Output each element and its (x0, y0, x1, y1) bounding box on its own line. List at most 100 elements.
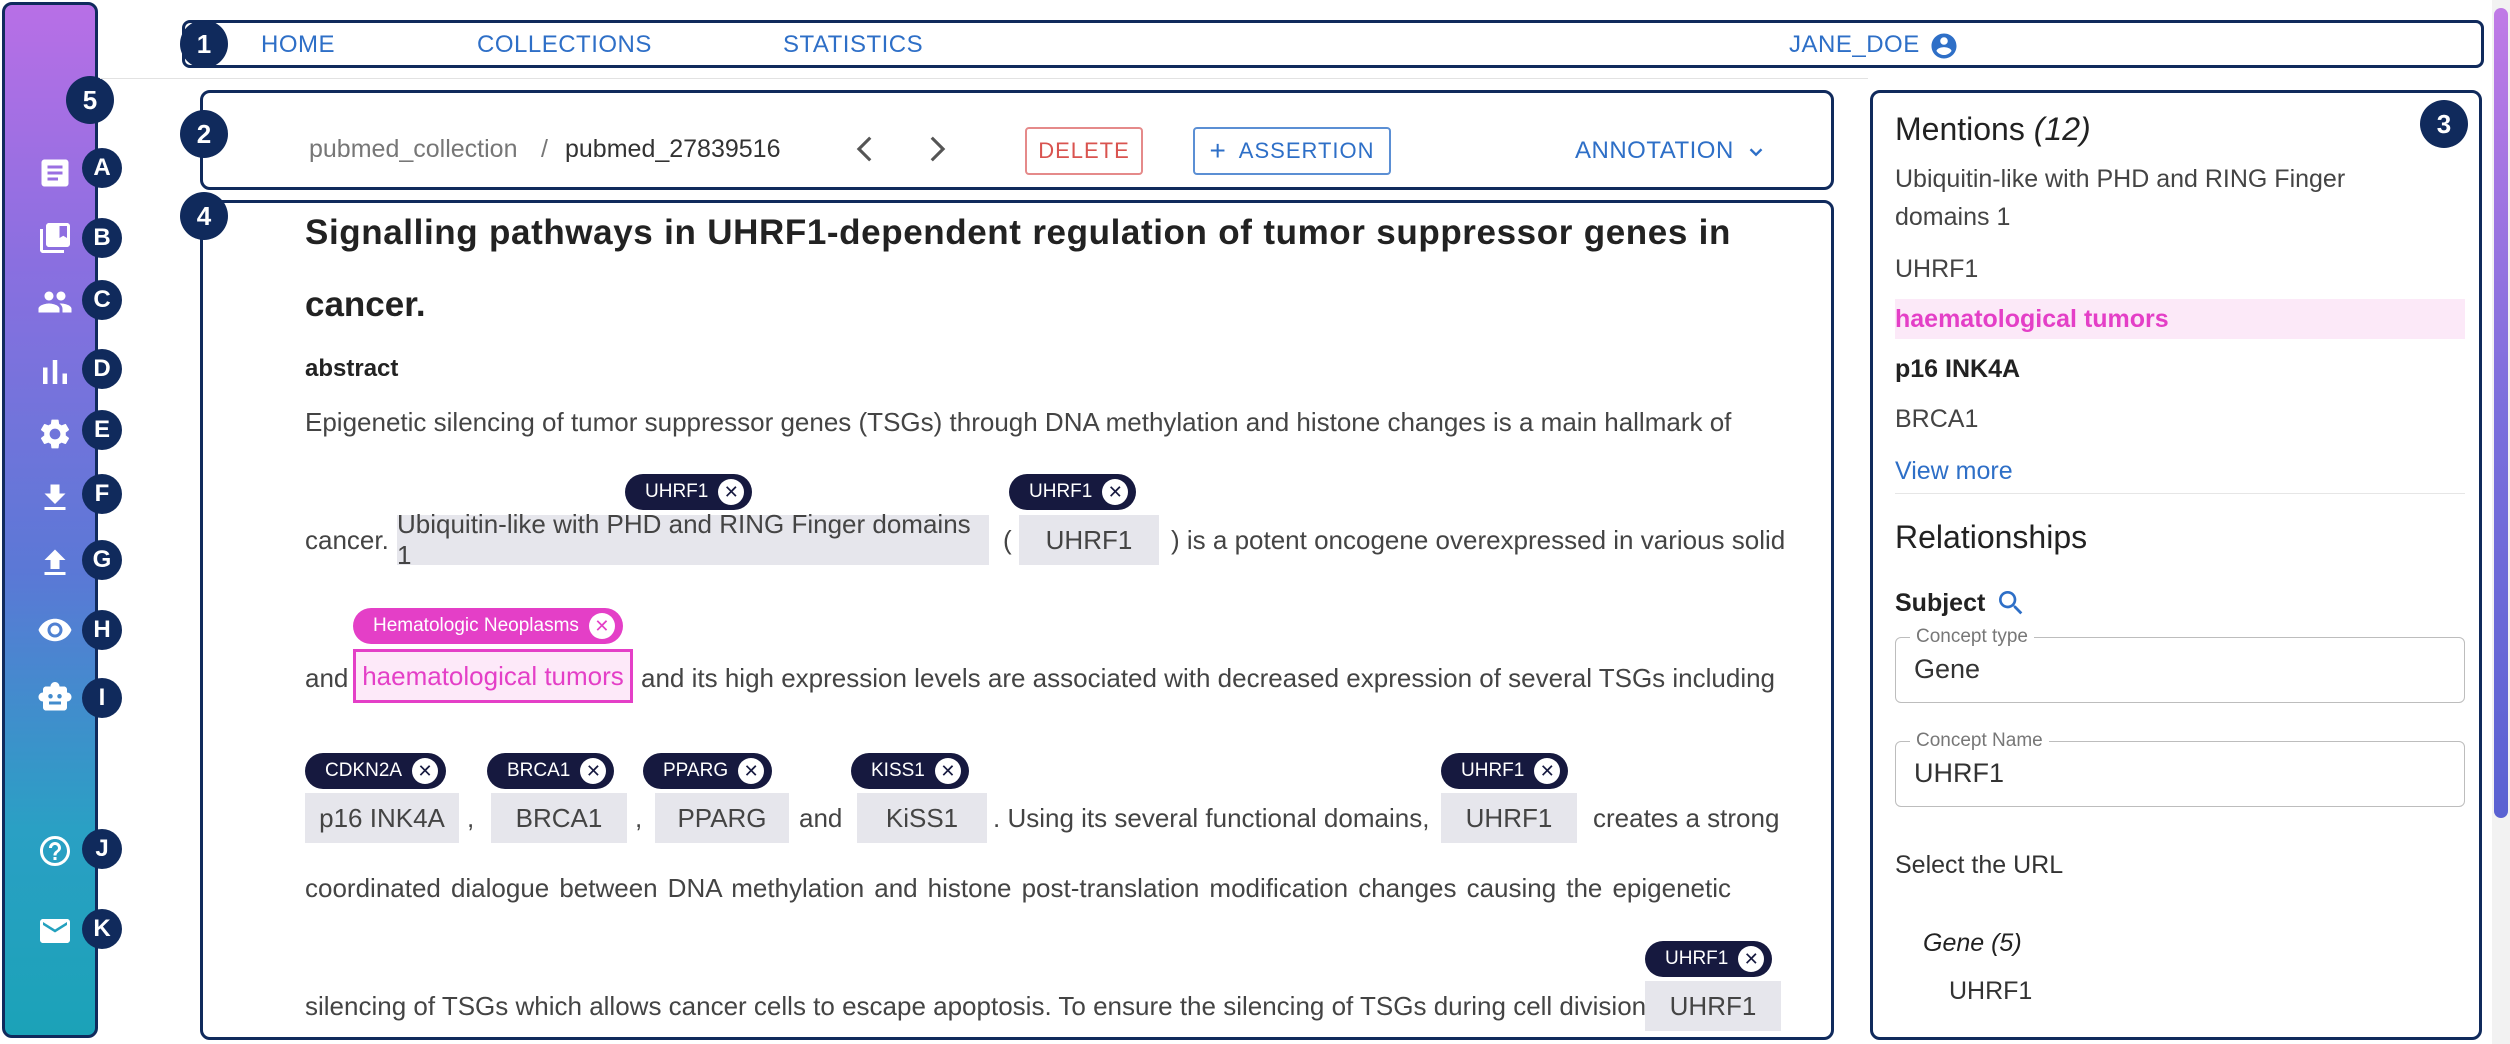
view-more-link[interactable]: View more (1895, 457, 2013, 486)
mention-item[interactable]: Ubiquitin-like with PHD and RING Finger (1895, 165, 2345, 194)
chip-label: UHRF1 (1461, 760, 1525, 781)
document-header: pubmed_collection / pubmed_27839516 DELE… (200, 90, 1834, 190)
chip-label: CDKN2A (325, 760, 403, 781)
upload-icon[interactable] (35, 543, 75, 583)
callout-1: 1 (180, 20, 228, 68)
document-viewer: Signalling pathways in UHRF1-dependent r… (200, 200, 1834, 1040)
chip-close-icon[interactable]: ✕ (412, 758, 439, 784)
callout-h: H (82, 610, 122, 650)
chevron-down-icon[interactable] (1745, 141, 1767, 163)
concept-name-field[interactable]: Concept Name UHRF1 (1895, 730, 2465, 807)
entity-brca1[interactable]: BRCA1 (491, 793, 627, 843)
gene-group-label[interactable]: Gene (5) (1923, 929, 2022, 958)
user-name[interactable]: JANE_DOE (1789, 31, 1920, 59)
text-comma: , (467, 803, 475, 833)
chip-close-icon[interactable]: ✕ (718, 479, 745, 505)
account-icon[interactable] (1929, 31, 1959, 61)
concept-type-field[interactable]: Concept type Gene (1895, 626, 2465, 703)
collections-icon[interactable] (35, 218, 75, 258)
chip-close-icon[interactable]: ✕ (1534, 758, 1561, 784)
mentions-count: (12) (2033, 111, 2091, 147)
mention-item[interactable]: domains 1 (1895, 203, 2010, 232)
chip-close-icon[interactable]: ✕ (738, 758, 765, 784)
text-line4-mid: . Using its several functional domains, (993, 803, 1430, 833)
chip-close-icon[interactable]: ✕ (588, 613, 615, 639)
abstract-line-2: cancer. Ubiquitin-like with PHD and RING… (305, 509, 1785, 570)
download-icon[interactable] (35, 478, 75, 518)
prev-document-icon[interactable] (849, 131, 879, 167)
nav-home-link[interactable]: HOME (261, 31, 335, 59)
mail-icon[interactable] (35, 911, 75, 951)
relationships-heading: Relationships (1895, 519, 2088, 555)
search-icon[interactable] (1995, 587, 2027, 619)
entity-uhrf1[interactable]: UHRF1 (1441, 793, 1577, 843)
text-line6-pre: silencing of TSGs which allows cancer ce… (305, 991, 1654, 1021)
annotation-dropdown[interactable]: ANNOTATION (1575, 137, 1734, 165)
chip-label: PPARG (663, 760, 729, 781)
breadcrumb-document: pubmed_27839516 (565, 135, 781, 163)
breadcrumb-collection[interactable]: pubmed_collection (309, 135, 517, 164)
entity-kiss1[interactable]: KiSS1 (857, 793, 987, 843)
chip-hematologic-neoplasms[interactable]: Hematologic Neoplasms ✕ (353, 608, 623, 644)
mentions-heading: Mentions (12) (1895, 111, 2091, 148)
mention-item[interactable]: BRCA1 (1895, 405, 1978, 434)
document-icon[interactable] (35, 153, 75, 193)
chip-label: UHRF1 (645, 481, 709, 502)
scrollbar-thumb[interactable] (2494, 8, 2508, 818)
nav-statistics-link[interactable]: STATISTICS (783, 31, 923, 59)
nav-collections-link[interactable]: COLLECTIONS (477, 31, 652, 59)
abstract-line-6: silencing of TSGs which allows cancer ce… (305, 981, 1781, 1031)
entity-p16-ink4a[interactable]: p16 INK4A (305, 793, 459, 843)
chip-kiss1[interactable]: KISS1 ✕ (851, 753, 969, 789)
plus-icon: + (1209, 135, 1227, 166)
mention-item[interactable]: UHRF1 (1895, 255, 1978, 284)
assertion-label: ASSERTION (1238, 138, 1375, 163)
text-and: and (305, 663, 349, 693)
chip-uhrf1[interactable]: UHRF1 ✕ (1441, 753, 1569, 789)
chip-uhrf1[interactable]: UHRF1 ✕ (1645, 941, 1773, 977)
help-icon[interactable] (35, 831, 75, 871)
callout-b: B (82, 218, 122, 258)
concept-name-label: Concept Name (1910, 730, 2049, 752)
chip-close-icon[interactable]: ✕ (580, 758, 607, 784)
entity-pparg[interactable]: PPARG (655, 793, 789, 843)
robot-icon[interactable] (35, 677, 75, 717)
entity-uhrf1[interactable]: UHRF1 (1645, 981, 1781, 1031)
text-line3-post: and its high expression levels are assoc… (641, 663, 1776, 693)
entity-haematological-tumors[interactable]: haematological tumors (353, 649, 633, 703)
delete-button[interactable]: DELETE (1025, 127, 1143, 175)
text-line2-post: ) is a potent oncogene overexpressed in … (1171, 525, 1786, 555)
concept-type-label: Concept type (1910, 626, 2034, 648)
entity-ubiquitin-like[interactable]: Ubiquitin-like with PHD and RING Finger … (397, 509, 989, 570)
callout-i: I (82, 678, 122, 718)
chip-brca1[interactable]: BRCA1 ✕ (487, 753, 615, 789)
statistics-icon[interactable] (35, 352, 75, 392)
mention-item[interactable]: p16 INK4A (1895, 355, 2020, 384)
callout-d: D (82, 349, 122, 389)
callout-2: 2 (180, 110, 228, 158)
callout-3: 3 (2420, 100, 2468, 148)
mention-item-selected[interactable]: haematological tumors (1895, 305, 2169, 334)
users-icon[interactable] (35, 282, 75, 322)
chip-uhrf1[interactable]: UHRF1 ✕ (625, 474, 753, 510)
settings-icon[interactable] (35, 414, 75, 454)
document-title-line1: Signalling pathways in UHRF1-dependent r… (305, 213, 1731, 252)
text-cancer: cancer. (305, 525, 389, 555)
chip-pparg[interactable]: PPARG ✕ (643, 753, 773, 789)
next-document-icon[interactable] (919, 131, 949, 167)
eye-icon[interactable] (35, 610, 75, 650)
chip-close-icon[interactable]: ✕ (1102, 479, 1129, 505)
entity-uhrf1[interactable]: UHRF1 (1019, 515, 1159, 565)
add-assertion-button[interactable]: + ASSERTION (1193, 127, 1391, 175)
select-url-label: Select the URL (1895, 851, 2064, 879)
chip-label: Hematologic Neoplasms (373, 615, 579, 636)
callout-j: J (82, 829, 122, 869)
callout-5: 5 (66, 76, 114, 124)
chip-cdkn2a[interactable]: CDKN2A ✕ (305, 753, 447, 789)
chip-uhrf1[interactable]: UHRF1 ✕ (1009, 474, 1137, 510)
chip-close-icon[interactable]: ✕ (1738, 946, 1765, 972)
chip-close-icon[interactable]: ✕ (934, 758, 961, 784)
side-panel: Mentions (12) Ubiquitin-like with PHD an… (1870, 90, 2482, 1040)
url-option-uhrf1[interactable]: UHRF1 (1949, 977, 2032, 1006)
abstract-line-3: and haematological tumors and its high e… (305, 649, 1775, 707)
